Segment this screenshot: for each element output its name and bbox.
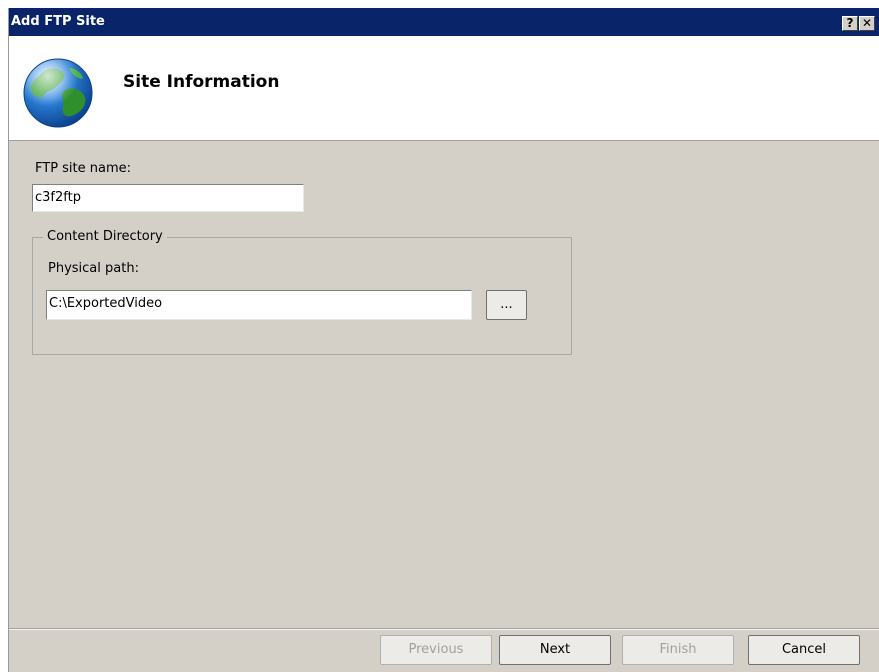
ftp-site-name-input[interactable]: c3f2ftp — [32, 184, 304, 212]
physical-path-label: Physical path: — [48, 261, 139, 276]
content-directory-legend: Content Directory — [43, 229, 167, 244]
help-button[interactable]: ? — [842, 16, 858, 31]
previous-button[interactable]: Previous — [380, 635, 492, 665]
close-button[interactable]: ✕ — [859, 16, 875, 31]
cancel-button[interactable]: Cancel — [748, 635, 860, 665]
title-bar[interactable]: Add FTP Site ? ✕ — [9, 8, 879, 36]
finish-button[interactable]: Finish — [622, 635, 734, 665]
wizard-header: Site Information — [9, 36, 879, 141]
physical-path-input[interactable]: C:\ExportedVideo — [46, 290, 472, 320]
browse-button[interactable]: ... — [486, 290, 527, 320]
window-title: Add FTP Site — [11, 14, 105, 29]
next-button[interactable]: Next — [499, 635, 611, 665]
content-directory-group: Content Directory Physical path: C:\Expo… — [32, 229, 572, 355]
ftp-site-name-label: FTP site name: — [35, 161, 132, 176]
add-ftp-site-dialog: Add FTP Site ? ✕ Site Information FTP si… — [8, 8, 879, 672]
globe-icon — [21, 56, 95, 130]
page-title: Site Information — [123, 72, 280, 92]
